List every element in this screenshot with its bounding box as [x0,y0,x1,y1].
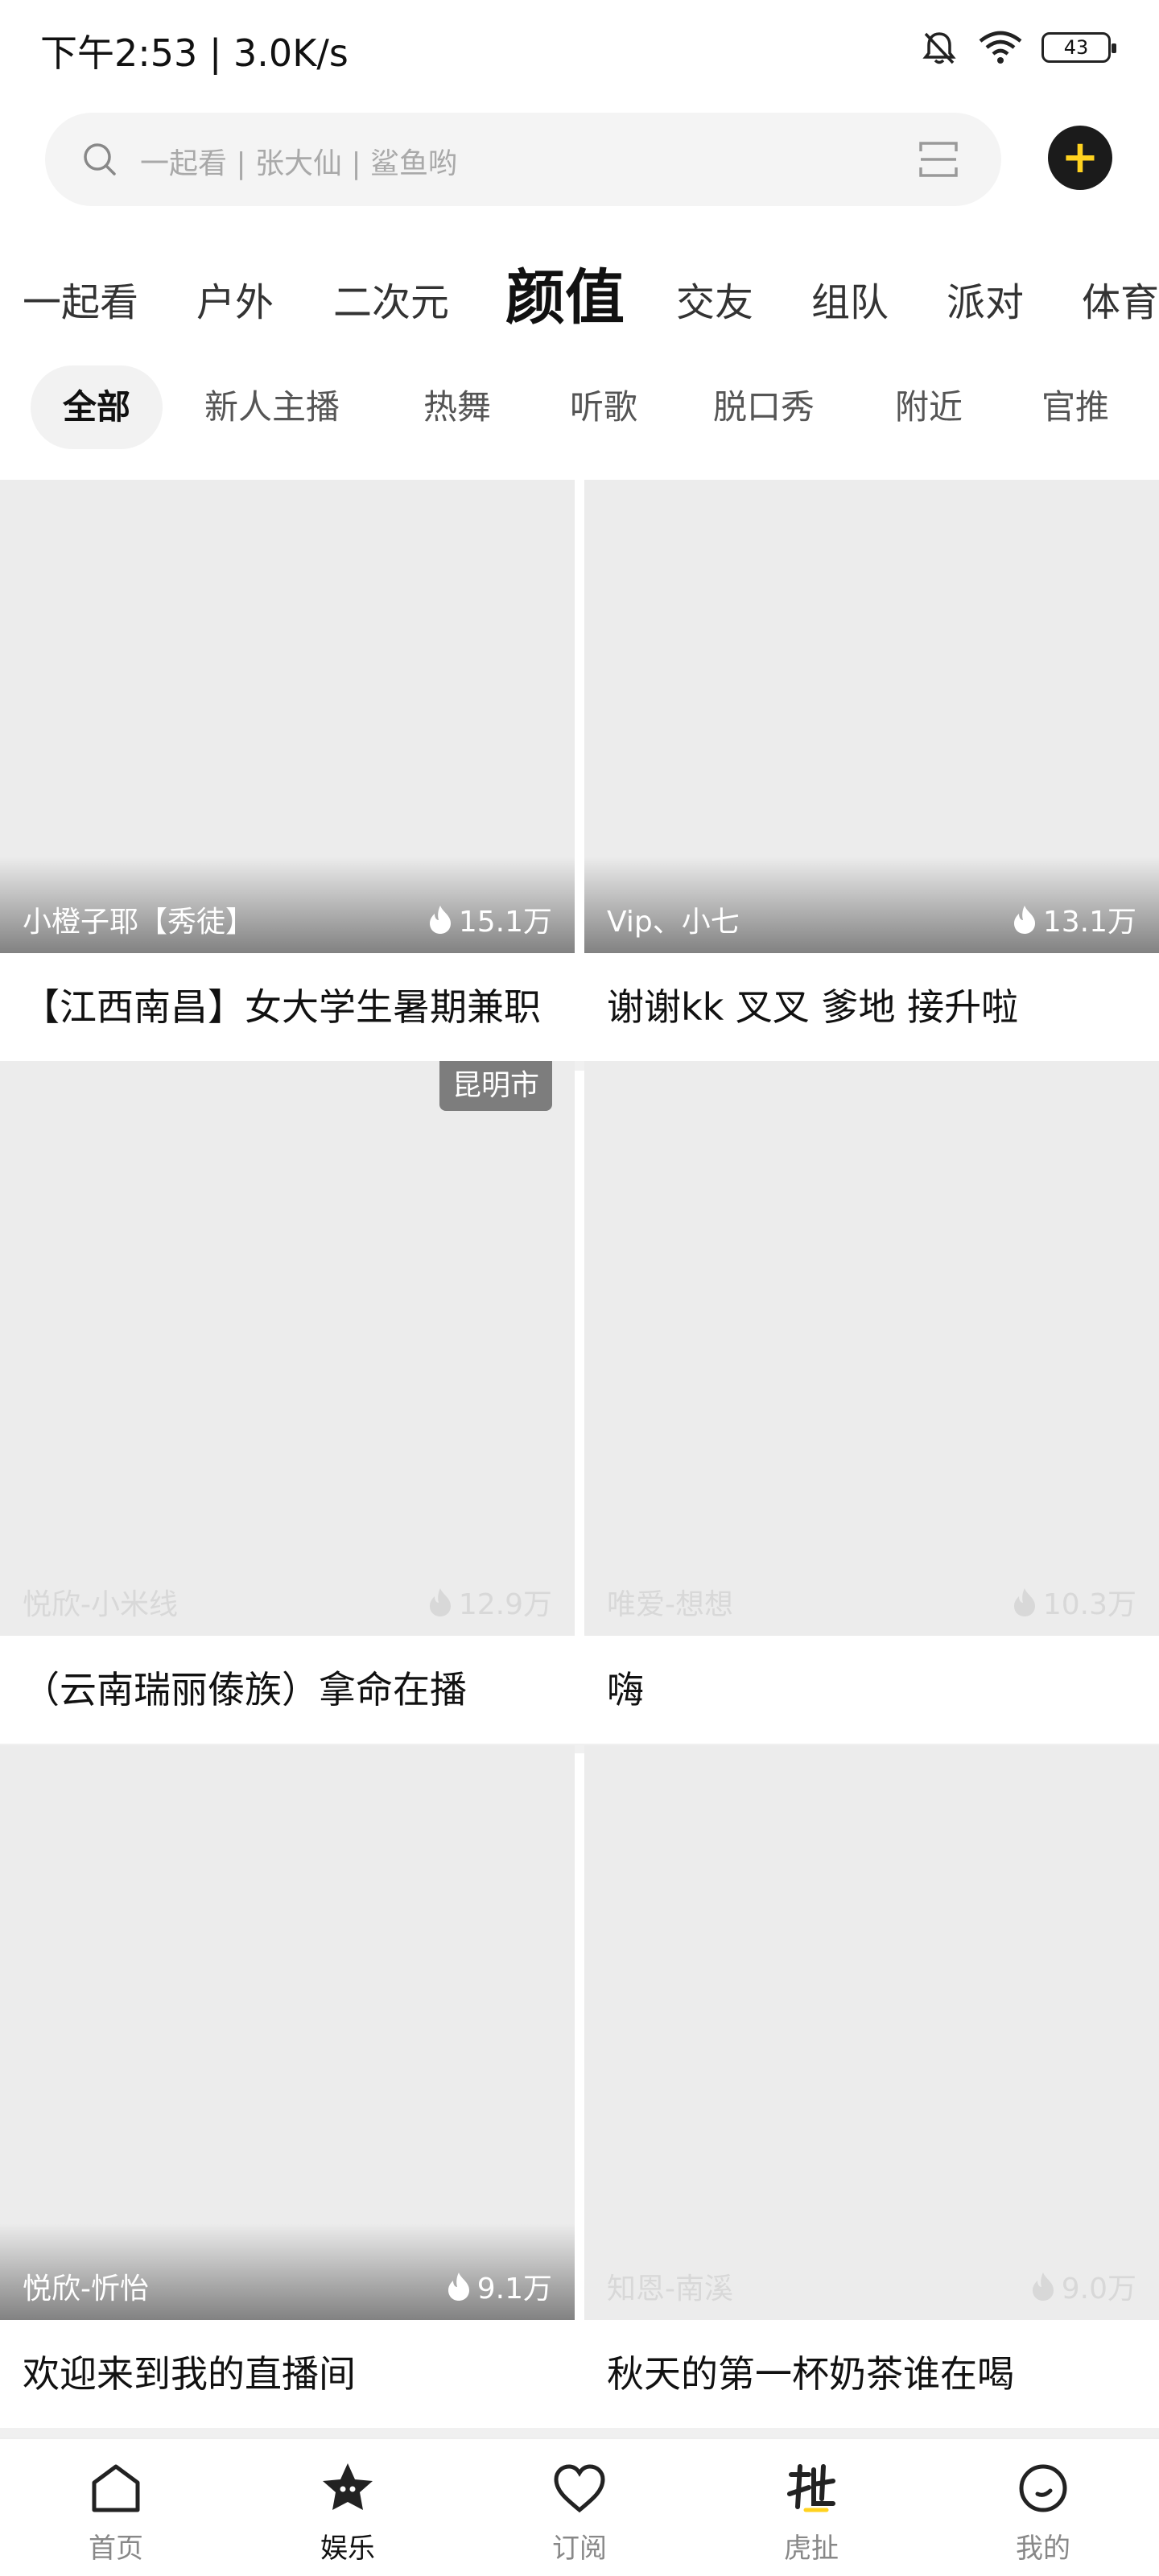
stream-card[interactable]: 悦欣-忻怡 9.1万 欢迎来到我的直播间 [0,1745,575,2428]
stream-title[interactable]: 谢谢kk 叉叉 爹地 接升啦 [584,953,1159,1061]
stream-thumbnail[interactable]: 悦欣-忻怡 9.1万 [0,1745,575,2320]
subtab-official[interactable]: 官推 [1041,365,1109,449]
nav-label: 我的 [1016,2533,1070,2565]
nav-home[interactable]: 首页 [0,2439,232,2576]
flame-icon [1032,2273,1054,2301]
tab-team[interactable]: 组队 [811,270,889,327]
heart-icon [554,2464,605,2513]
tab-dating[interactable]: 交友 [676,270,753,327]
stream-title[interactable]: 【江西南昌】女大学生暑期兼职 [0,953,575,1061]
heat-count: 15.1万 [427,898,552,940]
subtab-talkshow[interactable]: 脱口秀 [713,365,815,449]
battery-indicator: 43 [1041,32,1116,63]
stream-thumbnail[interactable]: Vip、小七 13.1万 [584,480,1159,953]
app-screen: 下午2:53 | 3.0K/s 43 一起看 | 张大仙 | 鲨鱼哟 + 一起看… [0,0,1159,2576]
stream-card[interactable]: 昆明市 悦欣-小米线 12.9万 （云南瑞丽傣族）拿命在播 [0,1061,575,1744]
nav-label: 订阅 [552,2533,607,2565]
battery-level: 43 [1063,36,1089,59]
stream-card[interactable]: Vip、小七 13.1万 谢谢kk 叉叉 爹地 接升啦 [584,480,1159,1061]
tab-outdoor[interactable]: 户外 [196,270,274,327]
heat-value: 12.9万 [458,1588,552,1621]
stream-card[interactable]: 唯爱-想想 10.3万 嗨 [584,1061,1159,1744]
stream-title[interactable]: 欢迎来到我的直播间 [0,2320,575,2428]
heat-count: 9.0万 [1029,2265,1136,2307]
heat-value: 9.0万 [1061,2273,1136,2306]
plus-icon: + [1061,131,1099,184]
anchor-name: 小橙子耶【秀徒】 [23,906,255,939]
subtab-new-streamers[interactable]: 新人主播 [204,365,340,449]
status-icons: 43 [919,27,1116,68]
tab-sports[interactable]: 体育 [1082,270,1159,327]
stream-title[interactable]: 嗨 [584,1636,1159,1744]
flame-icon [1013,1588,1035,1616]
add-button[interactable]: + [1048,126,1112,190]
heat-count: 10.3万 [1011,1581,1136,1623]
search-icon [84,143,116,175]
status-bar: 下午2:53 | 3.0K/s 43 [0,0,1159,101]
nav-profile[interactable]: 我的 [927,2439,1159,2576]
bottom-nav: 首页 娱乐 订阅 虎扯 我的 [0,2438,1159,2576]
sub-tabs: 全部 新人主播 热舞 听歌 脱口秀 附近 官推 [0,365,1159,449]
flame-icon [1013,906,1035,934]
tab-party[interactable]: 派对 [947,270,1024,327]
heat-value: 15.1万 [458,906,552,939]
flame-icon [429,1588,451,1616]
heat-value: 13.1万 [1042,906,1136,939]
subtab-all[interactable]: 全部 [31,365,163,449]
status-time: 下午2:53 | 3.0K/s [40,31,349,75]
stream-card[interactable]: 知恩-南溪 9.0万 秋天的第一杯奶茶谁在喝 [584,1745,1159,2428]
flame-icon [448,2273,469,2301]
anchor-name: 悦欣-小米线 [23,1588,178,1621]
heat-count: 9.1万 [445,2265,552,2307]
anchor-name: Vip、小七 [607,906,740,939]
stream-title[interactable]: （云南瑞丽傣族）拿命在播 [0,1636,575,1744]
stream-thumbnail[interactable]: 知恩-南溪 9.0万 [584,1745,1159,2320]
tab-anime[interactable]: 二次元 [333,270,449,327]
search-placeholder: 一起看 | 张大仙 | 鲨鱼哟 [140,147,458,180]
category-tabs: 一起看 户外 二次元 颜值 交友 组队 派对 体育 [0,242,1159,346]
search-row: 一起看 | 张大仙 | 鲨鱼哟 [0,113,1159,206]
entertainment-icon [323,2463,373,2510]
mute-bell-icon [922,32,956,64]
stream-thumbnail[interactable]: 唯爱-想想 10.3万 [584,1061,1159,1636]
heat-count: 13.1万 [1011,898,1136,940]
home-icon [92,2464,140,2512]
search-input[interactable]: 一起看 | 张大仙 | 鲨鱼哟 [45,113,1001,206]
location-badge: 昆明市 [439,1061,552,1111]
stream-thumbnail[interactable]: 昆明市 悦欣-小米线 12.9万 [0,1061,575,1636]
wifi-icon [979,31,1022,64]
anchor-name: 悦欣-忻怡 [23,2273,149,2306]
nav-huche[interactable]: 虎扯 [695,2439,927,2576]
scan-icon[interactable] [916,137,961,182]
profile-icon [1019,2464,1067,2512]
nav-label: 娱乐 [320,2533,375,2565]
huche-icon [787,2464,835,2512]
tab-yanzhi[interactable]: 颜值 [505,250,625,336]
flame-icon [429,906,451,934]
row-divider [0,2428,1159,2438]
stream-thumbnail[interactable]: 小橙子耶【秀徒】 15.1万 [0,480,575,953]
stream-card[interactable]: 小橙子耶【秀徒】 15.1万 【江西南昌】女大学生暑期兼职 [0,480,575,1061]
heat-value: 10.3万 [1042,1588,1136,1621]
nav-label: 虎扯 [784,2533,839,2565]
anchor-name: 唯爱-想想 [607,1588,733,1621]
subtab-nearby[interactable]: 附近 [895,365,963,449]
subtab-music[interactable]: 听歌 [570,365,637,449]
tab-yiqikan[interactable]: 一起看 [23,270,138,327]
subtab-dance[interactable]: 热舞 [423,365,491,449]
heat-value: 9.1万 [476,2273,552,2306]
anchor-name: 知恩-南溪 [607,2273,733,2306]
heat-count: 12.9万 [427,1581,552,1623]
stream-title[interactable]: 秋天的第一杯奶茶谁在喝 [584,2320,1159,2428]
nav-label: 首页 [89,2533,143,2565]
nav-subscribe[interactable]: 订阅 [464,2439,695,2576]
nav-entertainment[interactable]: 娱乐 [232,2439,464,2576]
